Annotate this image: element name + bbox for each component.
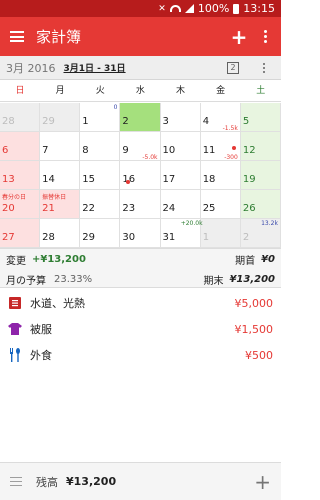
weekday-tue: 火: [95, 86, 105, 96]
expense-dot-icon: [231, 146, 236, 150]
menu-icon[interactable]: [10, 31, 24, 42]
category-amount: ¥500: [245, 348, 273, 362]
budget-rate: 23.33%: [54, 273, 93, 285]
end-label: 期末: [203, 275, 224, 287]
battery-level: 100%: [197, 2, 230, 15]
month-more-icon[interactable]: [257, 62, 271, 73]
calendar-day[interactable]: 23: [120, 190, 161, 219]
month-toolbar: 3月 2016 3月1日 - 31日 2: [0, 56, 281, 80]
clock: 13:15: [243, 2, 275, 15]
calendar-day[interactable]: 28: [40, 219, 81, 248]
calendar-grid: 28 29 10 2 3 4 -1.5k 5 6 7 8 9 -5.0k 10 11…: [0, 103, 281, 248]
wifi-icon: [169, 5, 181, 12]
budget-label: 月の予算: [6, 275, 46, 287]
calendar-day-today[interactable]: 2: [120, 103, 161, 132]
calendar-day[interactable]: 春分の日 20: [0, 190, 41, 219]
start-value: ¥0: [261, 253, 275, 265]
category-name: 被服: [30, 323, 52, 336]
change-value: +¥13,200: [32, 253, 86, 265]
weekday-header: 日 月 火 水 木 金 土: [0, 80, 281, 102]
calendar-day[interactable]: 29: [80, 219, 121, 248]
category-name: 水道、光熱: [30, 297, 85, 310]
weekday-thu: 木: [176, 86, 186, 96]
battery-icon: [233, 3, 240, 14]
start-label: 期首: [235, 255, 256, 267]
calendar-day[interactable]: 4 -1.5k: [200, 103, 241, 132]
holiday-note: 春分の日: [2, 194, 27, 201]
calendar-day[interactable]: 18: [200, 161, 241, 190]
calendar-day[interactable]: 15: [80, 161, 121, 190]
change-label: 変更: [6, 255, 26, 267]
holiday-note: 振替休日: [42, 194, 67, 201]
balance-value: ¥13,200: [66, 475, 117, 488]
calendar-day[interactable]: 5: [240, 103, 281, 132]
calendar-day[interactable]: 12: [240, 132, 281, 161]
calendar-day[interactable]: 27: [0, 219, 41, 248]
calendar-day[interactable]: 25: [200, 190, 241, 219]
date-range-link[interactable]: 3月1日 - 31日: [64, 61, 228, 74]
weekday-mon: 月: [55, 86, 65, 96]
calendar-day[interactable]: 6: [0, 132, 41, 161]
calendar-day[interactable]: 29: [40, 103, 81, 132]
month-label[interactable]: 3月 2016: [6, 60, 56, 76]
calendar-day[interactable]: 10: [160, 132, 201, 161]
status-bar: ✕ 100% 13:15: [0, 0, 281, 17]
list-item[interactable]: 水道、光熱 ¥5,000: [0, 290, 281, 316]
calendar-day[interactable]: 24: [160, 190, 201, 219]
calendar-day[interactable]: 振替休日 21: [40, 190, 81, 219]
calendar-day[interactable]: 3: [160, 103, 201, 132]
list-item[interactable]: 外食 ¥500: [0, 342, 281, 368]
signal-icon: [184, 4, 194, 13]
weekday-sat: 土: [256, 86, 266, 96]
calendar-day[interactable]: 19: [240, 161, 281, 190]
dining-icon: [8, 348, 22, 362]
end-value: ¥13,200: [229, 273, 275, 285]
weekday-wed: 水: [135, 86, 145, 96]
calendar-day[interactable]: 22: [80, 190, 121, 219]
calendar-day[interactable]: 13: [0, 161, 41, 190]
category-name: 外食: [30, 349, 52, 362]
list-item[interactable]: 被服 ¥1,500: [0, 316, 281, 342]
weekday-sun: 日: [15, 86, 25, 96]
category-list: 水道、光熱 ¥5,000 被服 ¥1,500 外食 ¥500: [0, 290, 281, 368]
app-title: 家計簿: [36, 28, 82, 46]
calendar-day[interactable]: 30: [120, 219, 161, 248]
add-entry-icon[interactable]: +: [254, 470, 271, 494]
calendar-day[interactable]: 17: [160, 161, 201, 190]
month-summary: 変更 +¥13,200 期首 ¥0 月の予算 23.33% 期末 ¥13,200: [0, 248, 281, 288]
utilities-icon: [8, 296, 22, 310]
more-options-icon[interactable]: [257, 30, 273, 43]
calendar-view-icon[interactable]: 2: [227, 61, 239, 74]
bottom-bar: 残高 ¥13,200 +: [0, 462, 281, 500]
calendar-day[interactable]: 7: [40, 132, 81, 161]
category-amount: ¥1,500: [234, 322, 274, 336]
calendar-day[interactable]: 10: [80, 103, 121, 132]
category-amount: ¥5,000: [234, 296, 274, 310]
calendar-day[interactable]: 28: [0, 103, 41, 132]
list-menu-icon[interactable]: [10, 477, 22, 486]
add-icon[interactable]: +: [227, 25, 251, 49]
app-bar: 家計簿 +: [0, 17, 281, 56]
balance-label: 残高: [36, 475, 58, 489]
calendar-day[interactable]: +20.0k 1: [181, 219, 241, 248]
weekday-fri: 金: [216, 86, 226, 96]
calendar-day[interactable]: 9 -5.0k: [120, 132, 161, 161]
calendar-day[interactable]: 11 -300: [200, 132, 241, 161]
calendar-day[interactable]: 14: [40, 161, 81, 190]
calendar-day[interactable]: 16: [120, 161, 161, 190]
calendar-day[interactable]: 26: [240, 190, 281, 219]
calendar-day[interactable]: 8: [80, 132, 121, 161]
notification-off-icon: ✕: [158, 3, 166, 14]
clothing-icon: [8, 322, 22, 336]
calendar-day[interactable]: 13.2k 2: [240, 219, 281, 248]
